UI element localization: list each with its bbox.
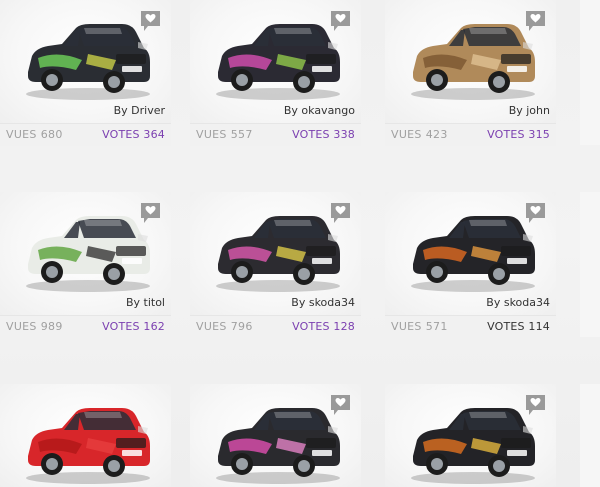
votes-count[interactable]: VOTES 114 [487, 316, 550, 338]
car-design-image[interactable] [403, 206, 539, 294]
design-gallery-grid: By Driver VUES 680 VOTES 364 By okavango VUE… [0, 0, 600, 487]
design-thumbnail[interactable]: By skoda34 [190, 192, 361, 315]
card-stats-bar: VUES 680 VOTES 364 [0, 123, 171, 146]
votes-count[interactable]: VOTES 162 [102, 316, 165, 338]
views-value: 680 [40, 128, 63, 141]
views-label: VUES [196, 320, 227, 333]
design-card[interactable]: By Driver VUES 680 VOTES 364 [0, 0, 171, 146]
car-design-image[interactable] [208, 398, 344, 486]
design-card[interactable]: By skoda34 VUES 796 VOTES 128 [190, 192, 361, 338]
author-label: By titol [125, 296, 165, 309]
views-label: VUES [391, 320, 422, 333]
design-thumbnail[interactable]: By Driver [0, 0, 171, 123]
comment-icon[interactable] [140, 202, 161, 225]
views-value: 557 [230, 128, 253, 141]
design-thumbnail[interactable]: By skoda34 [385, 192, 556, 315]
car-design-image[interactable] [18, 398, 154, 486]
author-label: By skoda34 [291, 296, 355, 309]
views-count: VUES 680 [6, 124, 63, 146]
author-label: By okavango [283, 104, 355, 117]
design-thumbnail[interactable]: By okavango [190, 0, 361, 123]
views-value: 423 [425, 128, 448, 141]
car-design-image[interactable] [18, 14, 154, 102]
views-value: 989 [40, 320, 63, 333]
design-card[interactable] [190, 384, 361, 487]
views-label: VUES [391, 128, 422, 141]
comment-icon[interactable] [330, 394, 351, 417]
design-card[interactable]: By skoda34 VUES 571 VOTES 114 [385, 192, 556, 338]
author-label: By skoda34 [486, 296, 550, 309]
design-thumbnail[interactable] [190, 384, 361, 487]
design-thumbnail[interactable] [385, 384, 556, 487]
card-stats-bar: VUES 423 VOTES 315 [385, 123, 556, 146]
comment-icon[interactable] [330, 10, 351, 33]
views-count: VUES 796 [196, 316, 253, 338]
next-card-edge [580, 0, 600, 145]
design-card[interactable] [385, 384, 556, 487]
votes-count[interactable]: VOTES 364 [102, 124, 165, 146]
design-thumbnail[interactable]: By john [385, 0, 556, 123]
views-label: VUES [196, 128, 227, 141]
design-card[interactable]: By john VUES 423 VOTES 315 [385, 0, 556, 146]
car-design-image[interactable] [208, 14, 344, 102]
car-design-image[interactable] [208, 206, 344, 294]
design-thumbnail[interactable] [0, 384, 171, 487]
views-count: VUES 557 [196, 124, 253, 146]
card-stats-bar: VUES 796 VOTES 128 [190, 315, 361, 338]
views-count: VUES 571 [391, 316, 448, 338]
card-stats-bar: VUES 557 VOTES 338 [190, 123, 361, 146]
comment-icon[interactable] [330, 202, 351, 225]
author-label: By john [508, 104, 550, 117]
design-card[interactable]: By titol VUES 989 VOTES 162 [0, 192, 171, 338]
card-stats-bar: VUES 989 VOTES 162 [0, 315, 171, 338]
car-design-image[interactable] [18, 206, 154, 294]
votes-count[interactable]: VOTES 315 [487, 124, 550, 146]
author-label: By Driver [113, 104, 165, 117]
car-design-image[interactable] [403, 14, 539, 102]
comment-icon[interactable] [525, 202, 546, 225]
views-count: VUES 423 [391, 124, 448, 146]
votes-count[interactable]: VOTES 338 [292, 124, 355, 146]
views-label: VUES [6, 320, 37, 333]
card-stats-bar: VUES 571 VOTES 114 [385, 315, 556, 338]
design-thumbnail[interactable]: By titol [0, 192, 171, 315]
views-value: 796 [230, 320, 253, 333]
views-value: 571 [425, 320, 448, 333]
comment-icon[interactable] [525, 394, 546, 417]
votes-count[interactable]: VOTES 128 [292, 316, 355, 338]
design-card[interactable]: By okavango VUES 557 VOTES 338 [190, 0, 361, 146]
views-count: VUES 989 [6, 316, 63, 338]
car-design-image[interactable] [403, 398, 539, 486]
comment-icon[interactable] [525, 10, 546, 33]
next-card-edge [580, 384, 600, 487]
comment-icon[interactable] [140, 10, 161, 33]
views-label: VUES [6, 128, 37, 141]
design-card[interactable] [0, 384, 171, 487]
next-card-edge [580, 192, 600, 337]
